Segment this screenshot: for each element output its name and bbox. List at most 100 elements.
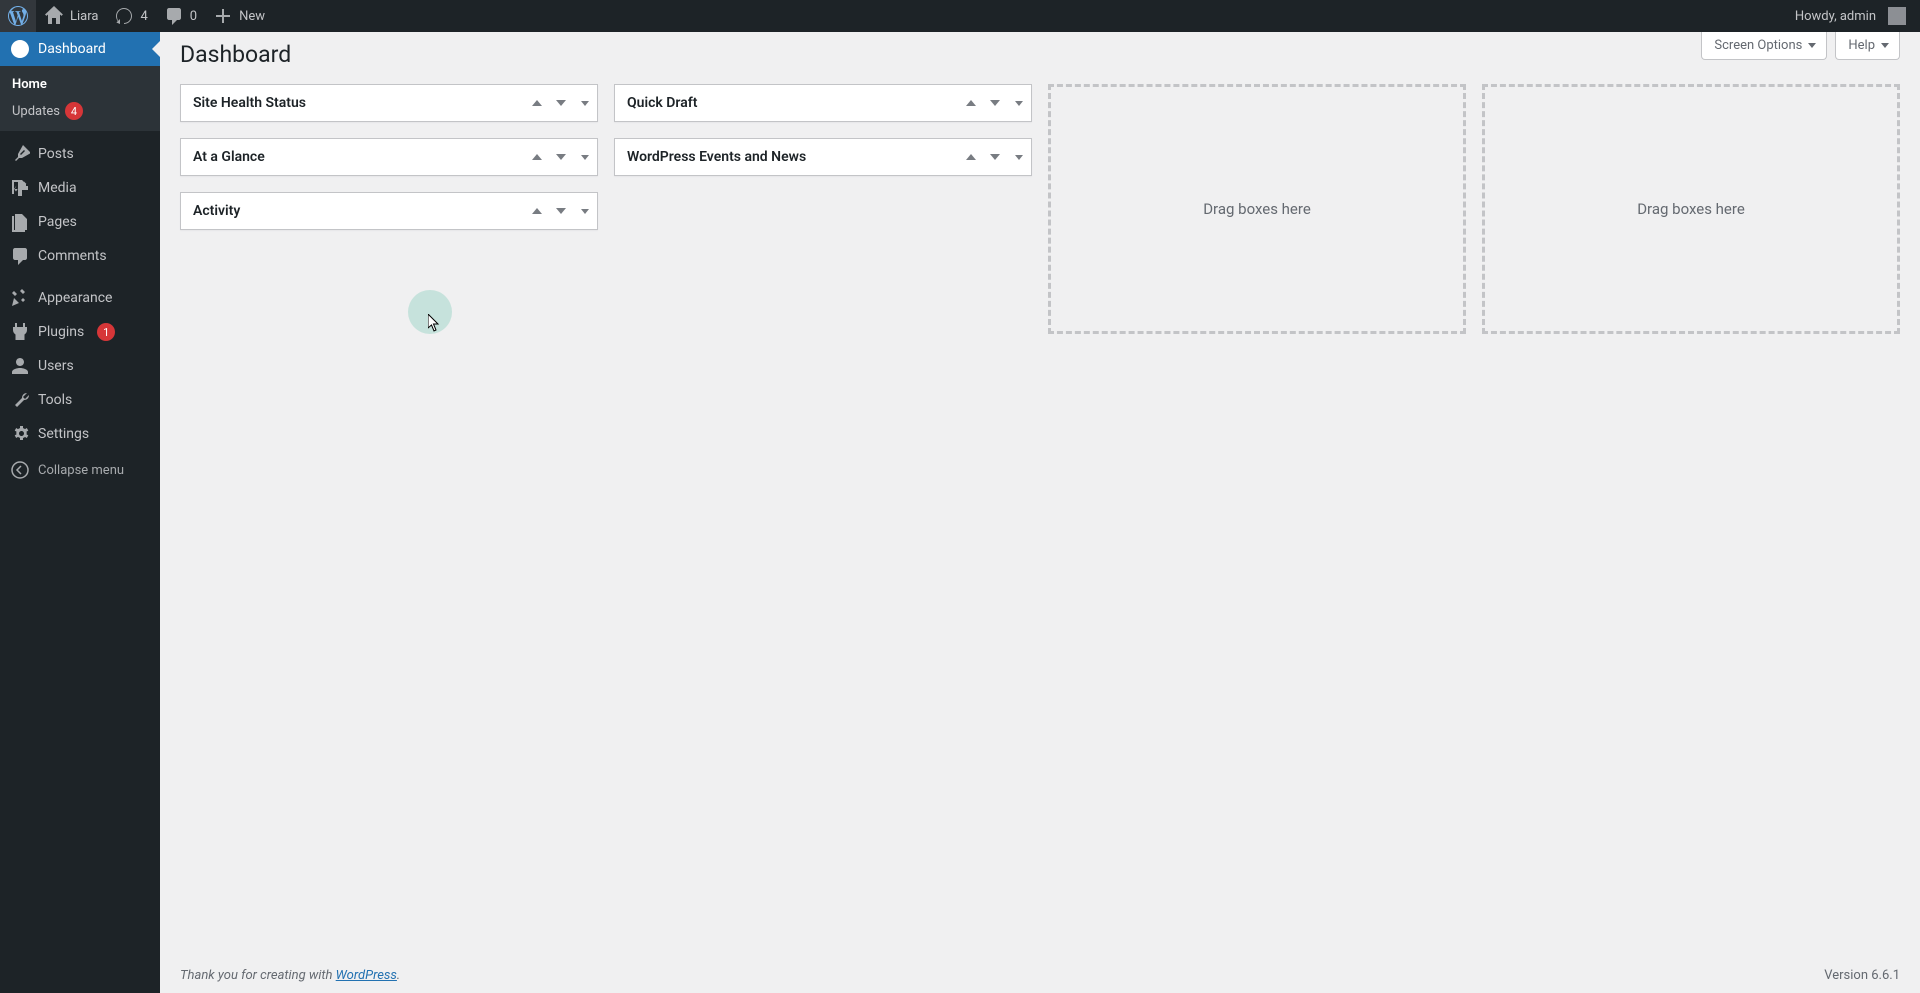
postbox-activity[interactable]: Activity xyxy=(180,192,598,230)
my-account-link[interactable]: Howdy, admin xyxy=(1787,0,1914,32)
plugins-icon xyxy=(10,322,30,342)
triangle-down-icon xyxy=(1015,155,1023,160)
screen-options-toggle[interactable]: Screen Options xyxy=(1701,32,1827,60)
site-name-label: Liara xyxy=(70,9,98,24)
chevron-up-icon xyxy=(532,100,542,106)
caret-down-icon xyxy=(1881,43,1889,48)
sidebar-item-comments[interactable]: Comments xyxy=(0,239,160,273)
move-up-button[interactable] xyxy=(959,139,983,175)
postbox-title: WordPress Events and News xyxy=(615,149,818,165)
media-icon xyxy=(10,178,30,198)
caret-down-icon xyxy=(1808,43,1816,48)
dashboard-icon xyxy=(10,39,30,59)
chevron-down-icon xyxy=(556,208,566,214)
footer-thankyou: Thank you for creating with WordPress. xyxy=(180,968,400,983)
submenu-item-updates[interactable]: Updates 4 xyxy=(0,97,160,125)
site-name-link[interactable]: Liara xyxy=(36,0,106,32)
admin-menu: Dashboard Home Updates 4 Posts Media Pag… xyxy=(0,32,160,993)
sidebar-item-media[interactable]: Media xyxy=(0,171,160,205)
sidebar-item-dashboard[interactable]: Dashboard xyxy=(0,32,160,66)
collapse-menu-button[interactable]: Collapse menu xyxy=(0,453,160,487)
postbox-header: At a Glance xyxy=(181,139,597,175)
postbox-column-3: Drag boxes here xyxy=(1048,84,1466,334)
postbox-site-health[interactable]: Site Health Status xyxy=(180,84,598,122)
page-title: Dashboard xyxy=(180,32,1900,72)
pin-icon xyxy=(10,144,30,164)
sidebar-item-label: Plugins xyxy=(38,324,84,340)
tools-icon xyxy=(10,390,30,410)
sidebar-item-label: Appearance xyxy=(38,290,112,306)
sidebar-item-posts[interactable]: Posts xyxy=(0,137,160,171)
postbox-wp-events-news[interactable]: WordPress Events and News xyxy=(614,138,1032,176)
chevron-up-icon xyxy=(532,154,542,160)
version-label: Version 6.6.1 xyxy=(1824,968,1900,983)
postbox-column-4: Drag boxes here xyxy=(1482,84,1900,334)
home-icon xyxy=(44,6,64,26)
toggle-button[interactable] xyxy=(1007,139,1031,175)
new-content-link[interactable]: New xyxy=(205,0,273,32)
postbox-column-1: Site Health Status At a Glance xyxy=(180,84,598,334)
toggle-button[interactable] xyxy=(573,139,597,175)
sidebar-item-label: Users xyxy=(38,358,74,374)
handle-actions xyxy=(959,139,1031,175)
postbox-column-2: Quick Draft WordPress Events and News xyxy=(614,84,1032,334)
move-up-button[interactable] xyxy=(525,139,549,175)
postbox-header: Quick Draft xyxy=(615,85,1031,121)
avatar xyxy=(1888,7,1906,25)
move-up-button[interactable] xyxy=(525,85,549,121)
submenu-item-home[interactable]: Home xyxy=(0,72,160,97)
chevron-down-icon xyxy=(990,154,1000,160)
move-down-button[interactable] xyxy=(549,139,573,175)
comments-icon xyxy=(10,246,30,266)
plugins-badge: 1 xyxy=(97,323,115,341)
howdy-label: Howdy, admin xyxy=(1795,9,1876,24)
postbox-header: WordPress Events and News xyxy=(615,139,1031,175)
dashboard-widgets: Site Health Status At a Glance xyxy=(180,84,1900,334)
sidebar-item-settings[interactable]: Settings xyxy=(0,417,160,451)
updates-link[interactable]: 4 xyxy=(106,0,155,32)
comments-count: 0 xyxy=(190,9,197,24)
move-down-button[interactable] xyxy=(983,85,1007,121)
toggle-button[interactable] xyxy=(573,193,597,229)
sidebar-item-appearance[interactable]: Appearance xyxy=(0,281,160,315)
sidebar-item-label: Media xyxy=(38,180,77,196)
postbox-quick-draft[interactable]: Quick Draft xyxy=(614,84,1032,122)
sidebar-item-label: Settings xyxy=(38,426,89,442)
toggle-button[interactable] xyxy=(573,85,597,121)
chevron-up-icon xyxy=(966,100,976,106)
wordpress-link[interactable]: WordPress xyxy=(336,968,397,983)
sidebar-item-pages[interactable]: Pages xyxy=(0,205,160,239)
move-up-button[interactable] xyxy=(525,193,549,229)
sidebar-item-tools[interactable]: Tools xyxy=(0,383,160,417)
handle-actions xyxy=(525,193,597,229)
appearance-icon xyxy=(10,288,30,308)
wp-logo-menu[interactable] xyxy=(0,0,36,32)
move-up-button[interactable] xyxy=(959,85,983,121)
handle-actions xyxy=(959,85,1031,121)
sidebar-item-label: Tools xyxy=(38,392,72,408)
toggle-button[interactable] xyxy=(1007,85,1031,121)
move-down-button[interactable] xyxy=(549,85,573,121)
move-down-button[interactable] xyxy=(549,193,573,229)
sidebar-item-plugins[interactable]: Plugins 1 xyxy=(0,315,160,349)
collapse-icon xyxy=(10,460,30,480)
admin-bar-left: Liara 4 0 New xyxy=(0,0,273,32)
empty-drop-zone[interactable]: Drag boxes here xyxy=(1048,84,1466,334)
chevron-down-icon xyxy=(990,100,1000,106)
dashboard-submenu: Home Updates 4 xyxy=(0,66,160,131)
comments-link[interactable]: 0 xyxy=(156,0,205,32)
wordpress-logo-icon xyxy=(8,6,28,26)
help-toggle[interactable]: Help xyxy=(1835,32,1900,60)
triangle-down-icon xyxy=(1015,101,1023,106)
empty-drop-zone[interactable]: Drag boxes here xyxy=(1482,84,1900,334)
postbox-at-a-glance[interactable]: At a Glance xyxy=(180,138,598,176)
sidebar-item-label: Comments xyxy=(38,248,107,264)
main-body: Screen Options Help Dashboard Site Healt… xyxy=(160,32,1920,958)
plus-icon xyxy=(213,6,233,26)
sidebar-item-label: Dashboard xyxy=(38,41,106,57)
move-down-button[interactable] xyxy=(983,139,1007,175)
footer: Thank you for creating with WordPress. V… xyxy=(160,958,1920,993)
pages-icon xyxy=(10,212,30,232)
chevron-up-icon xyxy=(966,154,976,160)
sidebar-item-users[interactable]: Users xyxy=(0,349,160,383)
